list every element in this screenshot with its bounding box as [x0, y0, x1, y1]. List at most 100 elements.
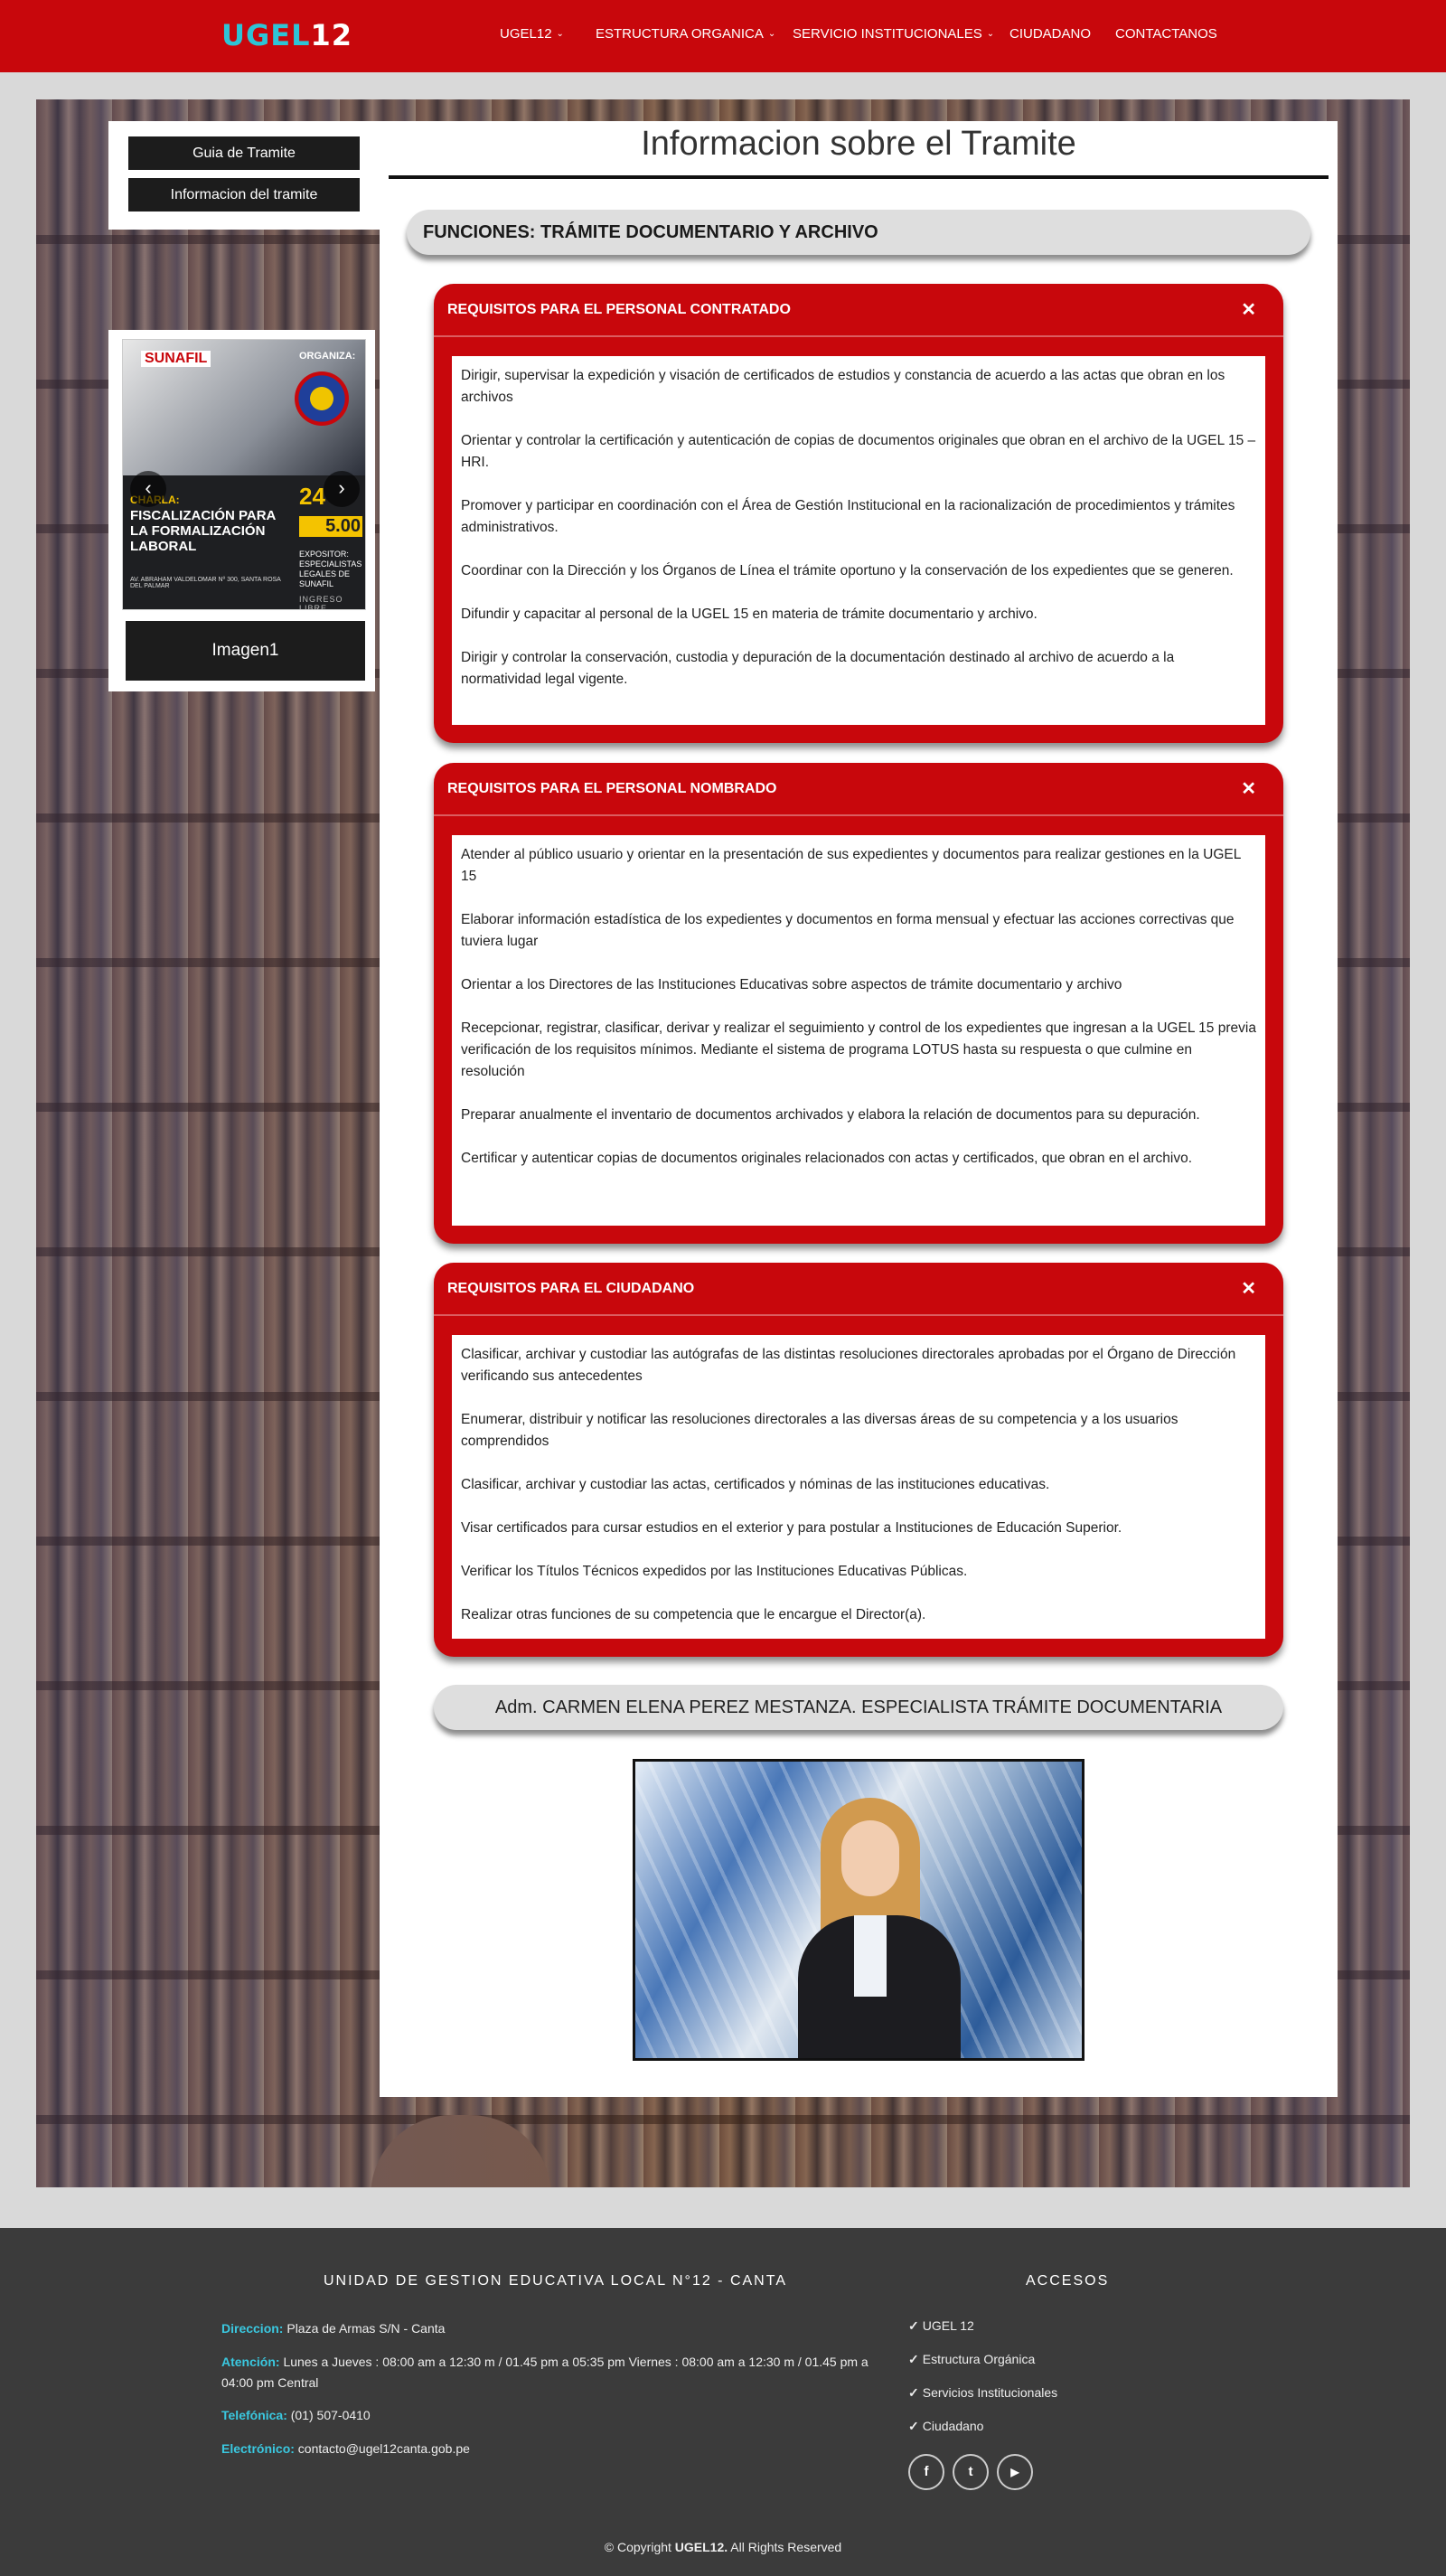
poster-ingreso: INGRESO LIBRE — [299, 595, 343, 610]
close-icon[interactable]: ✕ — [1241, 777, 1256, 800]
footer-key: Electrónico: — [221, 2441, 295, 2456]
panel-personal-nombrado: REQUISITOS PARA EL PERSONAL NOMBRADO ✕ A… — [434, 763, 1283, 1244]
poster-title: FISCALIZACIÓN PARA LA FORMALIZACIÓN LABO… — [130, 508, 276, 554]
site-logo[interactable]: UGEL12 — [221, 18, 352, 52]
panel-separator — [434, 335, 1283, 337]
list-item: Difundir y capacitar al personal de la U… — [461, 606, 1038, 622]
responsible-photo — [633, 1759, 1084, 2061]
nav-item-ciudadano[interactable]: CIUDADANO — [1009, 26, 1091, 42]
nav-item-label: ESTRUCTURA ORGANICA — [596, 26, 764, 42]
list-item: Clasificar, archivar y custodiar las aut… — [461, 1347, 1236, 1384]
logo-text-ugel: UGEL — [221, 18, 311, 52]
footer-link-servicios[interactable]: ✓ Servicios Institucionales — [908, 2385, 1057, 2401]
site-footer: UNIDAD DE GESTION EDUCATIVA LOCAL N°12 -… — [0, 2228, 1446, 2576]
copyright: © Copyright UGEL12. All Rights Reserved — [0, 2540, 1446, 2554]
poster-expositor: EXPOSITOR: ESPECIALISTAS LEGALES DE SUNA… — [299, 550, 362, 588]
sidebar-menu: Guia de Tramite Informacion del tramite — [108, 121, 380, 230]
check-icon: ✓ — [908, 2352, 919, 2366]
page-title: Informacion sobre el Tramite — [641, 125, 1076, 163]
check-icon: ✓ — [908, 2419, 919, 2433]
panel-header[interactable]: REQUISITOS PARA EL PERSONAL CONTRATADO ✕ — [434, 284, 1283, 338]
list-item: Preparar anualmente el inventario de doc… — [461, 1107, 1200, 1123]
chevron-down-icon: ⌄ — [986, 29, 995, 39]
list-item: Certificar y autenticar copias de docume… — [461, 1151, 1193, 1166]
chevron-down-icon: ⌄ — [767, 29, 776, 39]
list-item: Dirigir, supervisar la expedición y visa… — [461, 368, 1225, 405]
footer-telefono: Telefónica: (01) 507-0410 — [221, 2405, 881, 2426]
panel-body: Dirigir, supervisar la expedición y visa… — [452, 356, 1265, 725]
check-icon: ✓ — [908, 2318, 919, 2333]
slider-next-icon[interactable]: › — [324, 471, 360, 507]
top-navbar: UGEL12 UGEL12 ⌄ ESTRUCTURA ORGANICA ⌄ SERV… — [0, 0, 1446, 72]
image-slider: SUNAFIL ORGANIZA: CHARLA: FISCALIZACIÓN … — [108, 330, 375, 691]
footer-key: Atención: — [221, 2355, 280, 2369]
panel-title: REQUISITOS PARA EL PERSONAL CONTRATADO — [447, 302, 791, 317]
background-person — [371, 2115, 551, 2187]
nav-item-label: SERVICIO INSTITUCIONALES — [793, 26, 982, 42]
footer-value: Lunes a Jueves : 08:00 am a 12:30 m / 01… — [221, 2355, 869, 2390]
footer-key: Direccion: — [221, 2321, 284, 2336]
close-icon[interactable]: ✕ — [1241, 298, 1256, 321]
facebook-icon[interactable]: f — [908, 2454, 944, 2490]
panel-separator — [434, 814, 1283, 816]
panel-body: Clasificar, archivar y custodiar las aut… — [452, 1335, 1265, 1639]
list-item: Orientar a los Directores de las Institu… — [461, 977, 1122, 992]
copyright-prefix: © Copyright — [604, 2540, 675, 2554]
slide-poster-image[interactable]: SUNAFIL ORGANIZA: CHARLA: FISCALIZACIÓN … — [122, 339, 366, 610]
close-icon[interactable]: ✕ — [1241, 1277, 1256, 1300]
list-item: Enumerar, distribuir y notificar las res… — [461, 1412, 1178, 1449]
poster-seal-icon — [295, 371, 349, 426]
footer-link-ugel12[interactable]: ✓ UGEL 12 — [908, 2318, 974, 2334]
copyright-suffix: All Rights Reserved — [728, 2540, 842, 2554]
list-item: Dirigir y controlar la conservación, cus… — [461, 650, 1175, 687]
guia-de-tramite-button[interactable]: Guia de Tramite — [128, 136, 360, 170]
list-item: Visar certificados para cursar estudios … — [461, 1520, 1122, 1536]
twitter-icon[interactable]: t — [953, 2454, 989, 2490]
footer-access-title: ACCESOS — [1026, 2273, 1110, 2289]
panel-personal-contratado: REQUISITOS PARA EL PERSONAL CONTRATADO ✕… — [434, 284, 1283, 743]
list-item: Atender al público usuario y orientar en… — [461, 847, 1241, 884]
main-content: Informacion sobre el Tramite FUNCIONES: … — [380, 121, 1338, 2097]
footer-link-estructura[interactable]: ✓ Estructura Orgánica — [908, 2352, 1035, 2367]
list-item: Recepcionar, registrar, clasificar, deri… — [461, 1020, 1256, 1079]
copyright-brand: UGEL12. — [674, 2540, 728, 2554]
photo-face — [841, 1820, 899, 1896]
nav-item-contactanos[interactable]: CONTACTANOS — [1115, 26, 1217, 42]
photo-shirt — [854, 1915, 887, 1997]
nav-item-label: CONTACTANOS — [1115, 26, 1217, 42]
panel-header[interactable]: REQUISITOS PARA EL CIUDADANO ✕ — [434, 1263, 1283, 1317]
list-item: Coordinar con la Dirección y los Órganos… — [461, 563, 1234, 578]
footer-key: Telefónica: — [221, 2408, 287, 2422]
list-item: Orientar y controlar la certificación y … — [461, 433, 1256, 470]
footer-link-label: Estructura Orgánica — [922, 2352, 1036, 2366]
poster-sunafil-logo: SUNAFIL — [141, 351, 211, 367]
slider-prev-icon[interactable]: ‹ — [130, 471, 166, 507]
footer-link-label: UGEL 12 — [922, 2318, 974, 2333]
footer-link-label: Servicios Institucionales — [922, 2385, 1058, 2400]
list-item: Clasificar, archivar y custodiar las act… — [461, 1477, 1050, 1492]
nav-item-label: UGEL12 — [500, 26, 552, 42]
list-item: Verificar los Títulos Técnicos expedidos… — [461, 1564, 968, 1579]
footer-org-title: UNIDAD DE GESTION EDUCATIVA LOCAL N°12 -… — [324, 2273, 787, 2289]
logo-text-number: 12 — [310, 18, 353, 52]
list-item: Elaborar información estadística de los … — [461, 912, 1235, 949]
informacion-del-tramite-button[interactable]: Informacion del tramite — [128, 178, 360, 212]
title-divider — [389, 175, 1329, 179]
footer-direccion: Direccion: Plaza de Armas S/N - Canta — [221, 2318, 881, 2339]
footer-link-ciudadano[interactable]: ✓ Ciudadano — [908, 2419, 983, 2434]
poster-day: 24 — [299, 483, 325, 510]
slide-caption: Imagen1 — [126, 621, 365, 681]
responsible-person: Adm. CARMEN ELENA PEREZ MESTANZA. ESPECI… — [434, 1685, 1283, 1730]
nav-item-servicio-institucionales[interactable]: SERVICIO INSTITUCIONALES ⌄ — [793, 26, 994, 42]
page-title-area: Informacion sobre el Tramite — [380, 121, 1338, 193]
nav-item-estructura-organica[interactable]: ESTRUCTURA ORGANICA ⌄ — [596, 26, 775, 42]
footer-value: Plaza de Armas S/N - Canta — [283, 2321, 446, 2336]
panel-body: Atender al público usuario y orientar en… — [452, 835, 1265, 1226]
list-item: Promover y participar en coordinación co… — [461, 498, 1235, 535]
check-icon: ✓ — [908, 2385, 919, 2400]
panel-header[interactable]: REQUISITOS PARA EL PERSONAL NOMBRADO ✕ — [434, 763, 1283, 817]
youtube-icon[interactable]: ▶ — [997, 2454, 1033, 2490]
nav-item-ugel12[interactable]: UGEL12 ⌄ — [500, 26, 564, 42]
footer-value: (01) 507-0410 — [286, 2408, 371, 2422]
footer-value: contacto@ugel12canta.gob.pe — [294, 2441, 470, 2456]
